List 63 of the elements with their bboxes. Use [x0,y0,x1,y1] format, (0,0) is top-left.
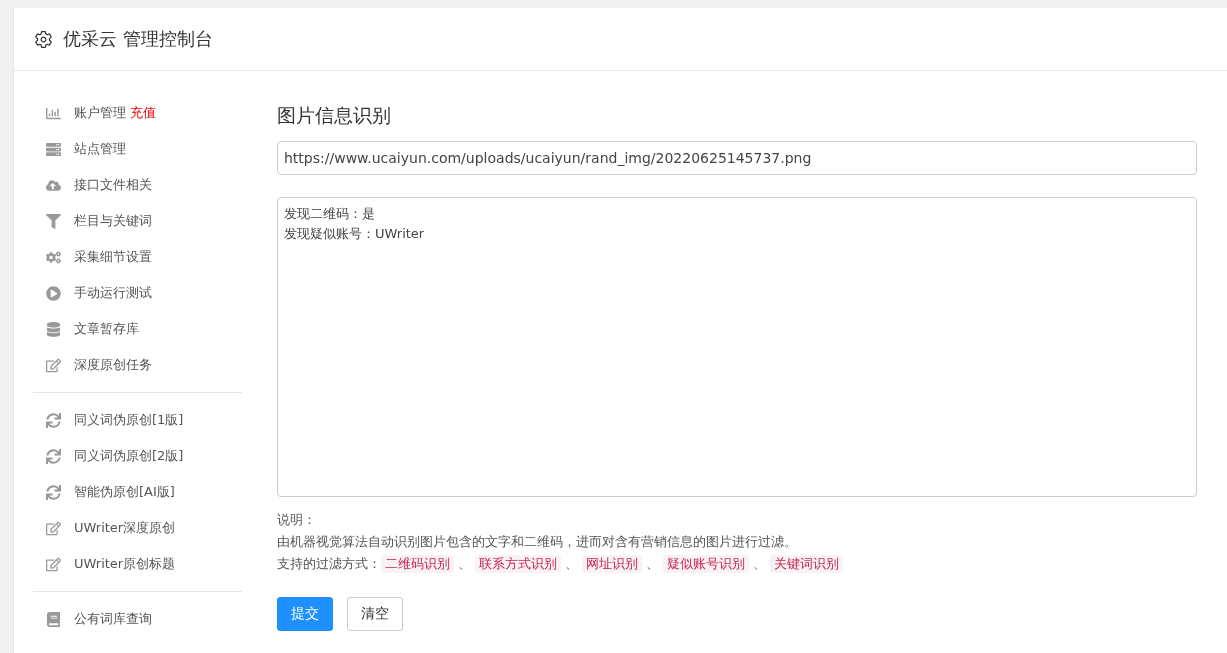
sidebar-item-label: 同义词伪原创[1版] [74,411,184,429]
method-tag: 网址识别 [582,555,642,573]
sidebar-item-label: 深度原创任务 [74,356,152,374]
play-icon [45,285,62,301]
recharge-link[interactable]: 充值 [130,104,156,122]
page-heading: 图片信息识别 [277,103,392,128]
sidebar-item-label: 栏目与关键词 [74,212,152,230]
cloud-upload-icon [45,177,62,193]
sidebar-item[interactable]: 账户管理 充值 [33,95,242,131]
separator-mark: 、 [564,555,579,573]
sidebar-item-label: UWriter深度原创 [74,519,176,537]
sidebar-item[interactable]: 栏目与关键词 [33,203,242,239]
refresh-icon [45,484,62,500]
sidebar-item-label: 同义词伪原创[2版] [74,447,184,465]
sidebar-item[interactable]: UWriter原创标题 [33,546,242,582]
sidebar-item-label: 站点管理 [74,140,126,158]
sidebar-item[interactable]: 文章暂存库 [33,311,242,347]
separator-mark: 、 [457,555,472,573]
result-line: 发现二维码：是 [284,205,376,223]
console-title: 优采云 管理控制台 [63,27,213,51]
gears-icon [45,249,62,265]
method-tag: 联系方式识别 [475,555,561,573]
sidebar-item[interactable]: 深度原创任务 [33,347,242,383]
notes-heading: 说明： [277,511,317,529]
filter-icon [45,213,62,229]
sidebar-item[interactable]: 站点管理 [33,131,242,167]
refresh-icon [45,412,62,428]
sidebar-item[interactable]: 接口文件相关 [33,167,242,203]
sidebar-item-label: 文章暂存库 [74,320,139,338]
separator-mark: 、 [645,555,660,573]
sidebar-item-label: 接口文件相关 [74,176,152,194]
edit-icon [45,357,62,373]
methods-label: 支持的过滤方式： [277,555,381,573]
sidebar-item-label: 账户管理 [74,104,126,122]
sidebar-item-label: 智能伪原创[AI版] [74,483,175,501]
method-tag: 疑似账号识别 [663,555,749,573]
clear-button[interactable]: 清空 [347,597,403,631]
sidebar-item-label: UWriter原创标题 [74,555,176,573]
sidebar-item-label: 手动运行测试 [74,284,152,302]
sidebar-item-label: 采集细节设置 [74,248,152,266]
edit-icon [45,520,62,536]
sidebar-item[interactable]: 手动运行测试 [33,275,242,311]
bar-chart-icon [45,105,62,121]
sidebar-item[interactable]: 采集细节设置 [33,239,242,275]
refresh-icon [45,448,62,464]
sidebar-item[interactable]: 同义词伪原创[1版] [33,402,242,438]
database-icon [45,321,62,337]
sidebar-item[interactable]: 同义词伪原创[2版] [33,438,242,474]
sidebar-item-label: 公有词库查询 [74,610,152,628]
method-tag: 关键词识别 [770,555,843,573]
server-icon [45,141,62,157]
result-line: 发现疑似账号：UWriter [284,225,426,243]
sidebar-item[interactable]: UWriter深度原创 [33,510,242,546]
separator-mark: 、 [752,555,767,573]
method-tag: 二维码识别 [381,555,454,573]
settings-icon [34,29,53,49]
book-icon [45,611,62,627]
edit-icon [45,556,62,572]
result-box[interactable]: 发现二维码：是 发现疑似账号：UWriter [277,197,1197,497]
url-field[interactable]: https://www.ucaiyun.com/uploads/ucaiyun/rand_img/20220625145737.png [277,141,1197,175]
notes-description: 由机器视觉算法自动识别图片包含的文字和二维码，进而对含有营销信息的图片进行过滤。 [277,533,798,551]
sidebar-item[interactable]: 公有词库查询 [33,601,242,637]
sidebar-item[interactable]: 智能伪原创[AI版] [33,474,242,510]
